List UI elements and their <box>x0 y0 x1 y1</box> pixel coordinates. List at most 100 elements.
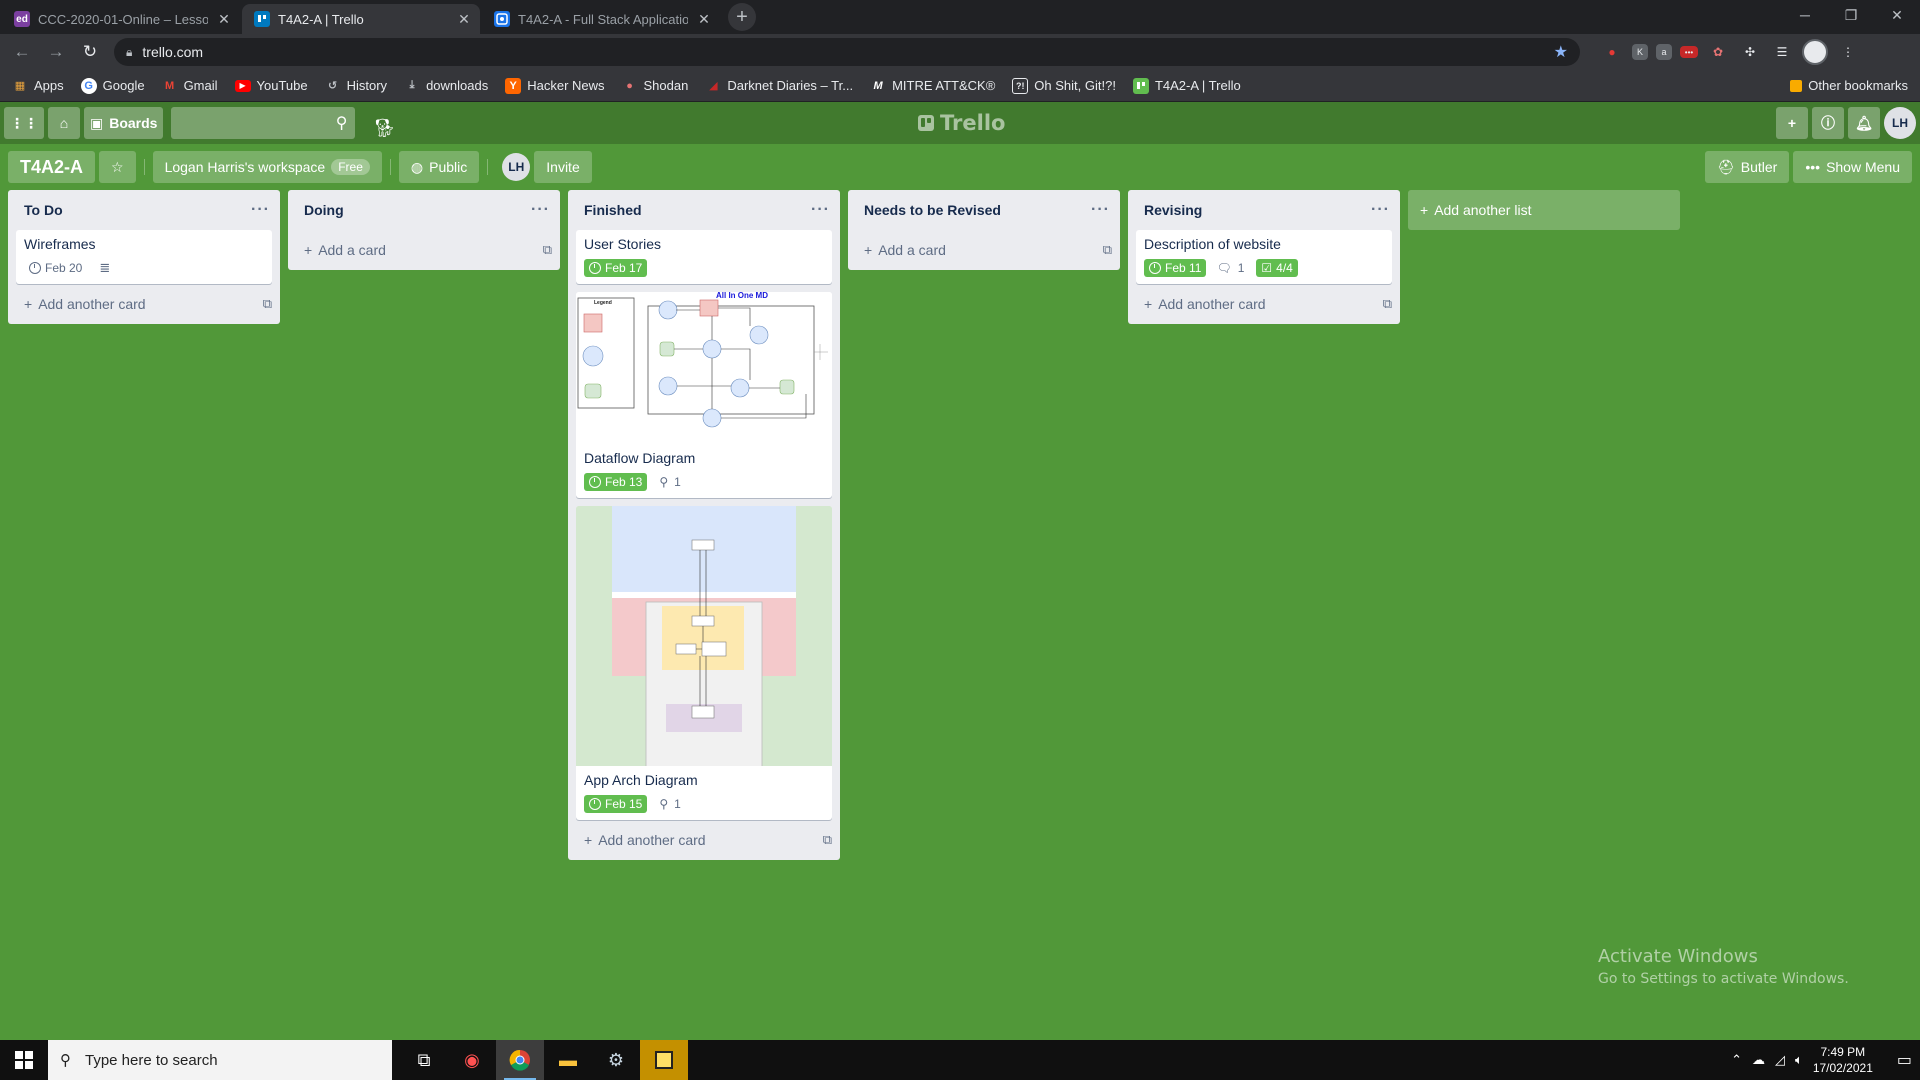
extension-dots-icon[interactable]: ••• <box>1680 46 1698 58</box>
chrome-menu-icon[interactable]: ⋮ <box>1836 40 1860 64</box>
card-wireframes[interactable]: Wireframes Feb 20 ≣ <box>16 230 272 284</box>
list-menu-icon[interactable]: ··· <box>811 201 830 219</box>
list-header[interactable]: Needs to be Revised ··· <box>848 190 1120 230</box>
info-button[interactable]: ⓘ <box>1812 107 1844 139</box>
due-date-badge[interactable]: Feb 17 <box>584 259 648 277</box>
notifications-icon[interactable]: ▭ <box>1897 1050 1912 1070</box>
card-template-icon[interactable]: ⧉ <box>823 832 832 848</box>
minimize-icon[interactable]: ─ <box>1782 0 1828 30</box>
add-card-button[interactable]: + Add another card ⧉ <box>568 820 840 860</box>
browser-tab-lessons[interactable]: ed CCC-2020-01-Online – Lessons ✕ <box>2 4 240 34</box>
list-menu-icon[interactable]: ··· <box>1371 201 1390 219</box>
add-card-button[interactable]: + Add another card ⧉ <box>8 284 280 324</box>
clock[interactable]: 7:49 PM 17/02/2021 <box>1813 1044 1873 1076</box>
network-icon[interactable]: ◿ <box>1775 1052 1785 1068</box>
extension-red-icon[interactable]: ● <box>1600 40 1624 64</box>
add-list-button[interactable]: + Add another list <box>1408 190 1680 230</box>
extensions-puzzle-icon[interactable]: ✣ <box>1738 40 1762 64</box>
search-input[interactable]: ⚲ <box>171 107 356 139</box>
show-menu-button[interactable]: ••• Show Menu <box>1793 151 1912 183</box>
taskbar-search-input[interactable]: ⚲ Type here to search <box>48 1040 392 1080</box>
board-member-avatar[interactable]: LH <box>502 153 531 181</box>
reload-icon[interactable]: ↻ <box>76 38 104 66</box>
list-title[interactable]: Finished <box>584 202 642 218</box>
close-window-icon[interactable]: ✕ <box>1874 0 1920 30</box>
card-user-stories[interactable]: User Stories Feb 17 <box>576 230 832 284</box>
due-date-badge[interactable]: Feb 13 <box>584 473 648 491</box>
list-header[interactable]: Revising ··· <box>1128 190 1400 230</box>
lock-icon[interactable]: 🔒︎ <box>126 45 132 60</box>
home-button[interactable]: ⌂ <box>48 107 80 139</box>
bookmark-youtube[interactable]: ▶ YouTube <box>234 78 308 93</box>
task-view-icon[interactable]: ⧉ <box>400 1040 448 1080</box>
bookmark-oh-shit-git[interactable]: ?! Oh Shit, Git!?! <box>1012 77 1116 94</box>
star-board-button[interactable]: ☆ <box>99 151 136 183</box>
file-explorer-icon[interactable]: ▬ <box>544 1040 592 1080</box>
list-title[interactable]: To Do <box>24 202 63 218</box>
workspace-button[interactable]: Logan Harris's workspace Free <box>152 151 382 183</box>
extension-k-icon[interactable]: K <box>1632 44 1648 60</box>
start-button[interactable] <box>0 1040 48 1080</box>
visibility-button[interactable]: ◍ Public <box>398 151 480 183</box>
trello-logo[interactable]: Trello <box>918 102 1005 144</box>
onedrive-icon[interactable]: ☁ <box>1752 1052 1765 1068</box>
reading-list-icon[interactable]: ☰ <box>1770 40 1794 64</box>
extension-bug-icon[interactable]: ✿ <box>1706 40 1730 64</box>
bookmark-darknet-diaries[interactable]: ◢ Darknet Diaries – Tr... <box>705 78 853 94</box>
due-date-badge[interactable]: Feb 11 <box>1144 259 1207 277</box>
bookmark-trello[interactable]: T4A2-A | Trello <box>1132 77 1241 94</box>
notifications-button[interactable]: 🔔︎ <box>1848 107 1880 139</box>
tray-chevron-icon[interactable]: ⌃ <box>1731 1052 1742 1068</box>
due-date-badge[interactable]: Feb 20 <box>24 259 87 277</box>
invite-button[interactable]: Invite <box>534 151 592 183</box>
add-card-button[interactable]: + Add another card ⧉ <box>1128 284 1400 324</box>
taco-mascot-icon[interactable]: 🐕︎ <box>369 113 399 143</box>
sticky-notes-icon[interactable] <box>640 1040 688 1080</box>
list-header[interactable]: Finished ··· <box>568 190 840 230</box>
card-template-icon[interactable]: ⧉ <box>543 242 552 258</box>
due-date-badge[interactable]: Feb 15 <box>584 795 648 813</box>
user-avatar[interactable]: LH <box>1884 107 1916 139</box>
chrome-icon[interactable] <box>496 1040 544 1080</box>
add-card-button[interactable]: + Add a card ⧉ <box>848 230 1120 270</box>
list-menu-icon[interactable]: ··· <box>531 201 550 219</box>
new-tab-button[interactable]: + <box>728 3 756 31</box>
card-template-icon[interactable]: ⧉ <box>263 296 272 312</box>
back-icon[interactable]: ← <box>8 38 36 66</box>
create-button[interactable]: + <box>1776 107 1808 139</box>
browser-tab-trello[interactable]: T4A2-A | Trello ✕ <box>242 4 480 34</box>
bookmark-mitre[interactable]: M MITRE ATT&CK® <box>870 78 995 94</box>
close-tab-icon[interactable]: ✕ <box>456 11 472 27</box>
bookmark-hacker-news[interactable]: Y Hacker News <box>505 77 605 94</box>
search-icon[interactable]: ⚲ <box>336 113 348 133</box>
list-menu-icon[interactable]: ··· <box>1091 201 1110 219</box>
list-menu-icon[interactable]: ··· <box>251 201 270 219</box>
list-header[interactable]: Doing ··· <box>288 190 560 230</box>
list-title[interactable]: Doing <box>304 202 344 218</box>
bookmark-history[interactable]: ↺ History <box>325 78 387 94</box>
restore-icon[interactable]: ❐ <box>1828 0 1874 30</box>
close-tab-icon[interactable]: ✕ <box>696 11 712 27</box>
bookmark-star-icon[interactable]: ★ <box>1554 42 1568 62</box>
bookmark-shodan[interactable]: ● Shodan <box>622 78 688 94</box>
card-description-of-website[interactable]: Description of website Feb 11 🗨︎ 1 ☑ 4/4 <box>1136 230 1392 284</box>
bookmark-google[interactable]: G Google <box>80 77 145 94</box>
list-title[interactable]: Needs to be Revised <box>864 202 1001 218</box>
bookmark-downloads[interactable]: ⤓ downloads <box>404 78 489 94</box>
browser-tab-full-stack[interactable]: T4A2-A - Full Stack Application - ✕ <box>482 4 720 34</box>
extension-a-icon[interactable]: a <box>1656 44 1672 60</box>
music-app-icon[interactable]: ◉ <box>448 1040 496 1080</box>
steam-icon[interactable]: ⚙ <box>592 1040 640 1080</box>
forward-icon[interactable]: → <box>42 38 70 66</box>
add-card-button[interactable]: + Add a card ⧉ <box>288 230 560 270</box>
bookmark-gmail[interactable]: M Gmail <box>162 78 218 94</box>
list-header[interactable]: To Do ··· <box>8 190 280 230</box>
board-title[interactable]: T4A2-A <box>8 151 96 183</box>
url-text[interactable]: trello.com <box>142 44 1543 60</box>
bookmark-other-folder[interactable]: Other bookmarks <box>1790 78 1908 93</box>
address-bar[interactable]: 🔒︎ trello.com ★ <box>114 38 1580 66</box>
bookmark-apps[interactable]: ▦ Apps <box>12 78 64 94</box>
card-template-icon[interactable]: ⧉ <box>1383 296 1392 312</box>
card-template-icon[interactable]: ⧉ <box>1103 242 1112 258</box>
butler-button[interactable]: ⛑︎ Butler <box>1704 151 1790 183</box>
